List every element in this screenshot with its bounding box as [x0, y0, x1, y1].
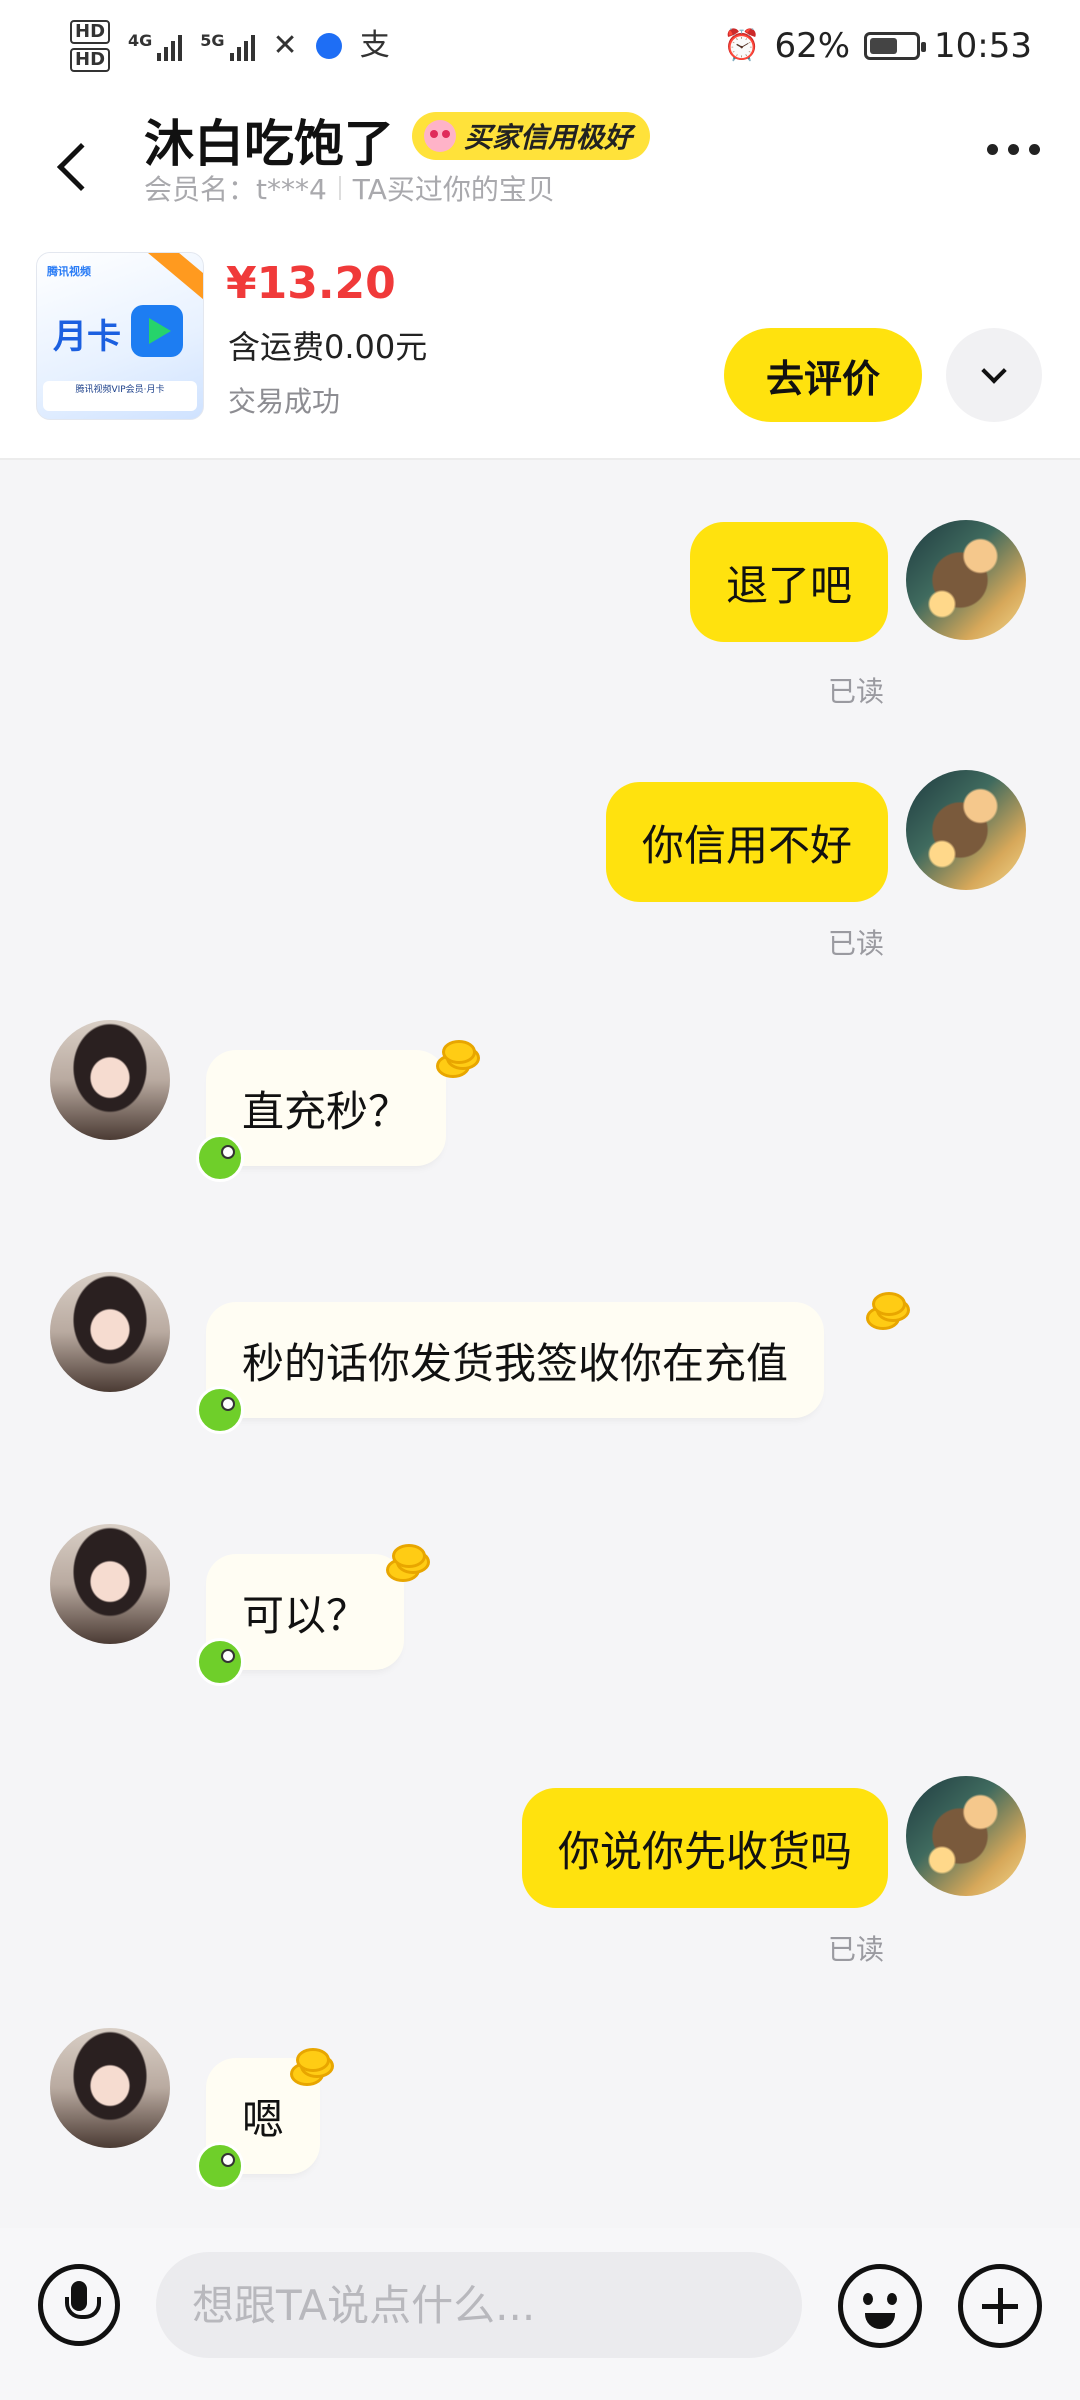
coin-icon: [290, 2048, 336, 2088]
voice-input-button[interactable]: [38, 2264, 120, 2346]
thumb-card-text: 月卡: [53, 317, 121, 357]
my-avatar[interactable]: [906, 520, 1026, 640]
fish-icon: [196, 1638, 244, 1686]
product-card[interactable]: 腾讯视频 月卡 腾讯视频VIP会员·月卡 ¥13.20 含运费0.00元 交易成…: [0, 242, 1080, 460]
fish-icon: [196, 1386, 244, 1434]
product-thumbnail[interactable]: 腾讯视频 月卡 腾讯视频VIP会员·月卡: [36, 252, 204, 420]
contact-avatar[interactable]: [50, 1272, 170, 1392]
input-bar: [0, 2228, 1080, 2400]
contact-avatar[interactable]: [50, 2028, 170, 2148]
play-icon: [131, 305, 183, 357]
read-receipt: 已读: [827, 927, 884, 960]
chat-header: 沐白吃饱了 买家信用极好 会员名：t***4 TA买过你的宝贝: [0, 92, 1080, 242]
more-options-button[interactable]: [987, 144, 1040, 155]
network-4g-label: 4G: [128, 31, 153, 50]
hd-indicator: HD HD: [70, 20, 111, 72]
hd2-label: HD: [70, 48, 111, 72]
status-bar: HD HD 4G 5G ✕ 支 ⏰ 62% 10:53: [0, 0, 1080, 92]
alarm-icon: ⏰: [723, 28, 761, 63]
missed-call-icon: ✕: [272, 28, 298, 63]
battery-percent: 62%: [774, 26, 851, 66]
thumb-caption: 腾讯视频VIP会员·月卡: [43, 381, 197, 411]
chevron-down-icon: [981, 358, 1007, 384]
message-input[interactable]: [156, 2252, 802, 2358]
my-avatar[interactable]: [906, 770, 1026, 890]
coin-icon: [436, 1040, 482, 1080]
back-button[interactable]: [44, 122, 106, 212]
hd1-label: HD: [70, 20, 111, 44]
contact-nickname: 沐白吃饱了: [144, 115, 394, 173]
message-bubble-out[interactable]: 退了吧: [689, 522, 888, 642]
bought-before: TA买过你的宝贝: [352, 173, 555, 206]
thumb-corner-ribbon: [147, 253, 203, 305]
divider: [338, 176, 341, 200]
alipay-icon: 支: [359, 28, 390, 63]
network-5g-label: 5G: [200, 31, 225, 50]
expand-button[interactable]: [946, 328, 1042, 422]
member-name: 会员名：t***4: [144, 173, 327, 206]
fish-icon: [196, 1134, 244, 1182]
product-price: ¥13.20: [226, 258, 396, 309]
credit-badge-label: 买家信用极好: [464, 121, 633, 154]
message-bubble-in[interactable]: 秒的话你发货我签收你在充值: [206, 1302, 825, 1418]
message-bubble-out[interactable]: 你信用不好: [605, 782, 888, 902]
browser-icon: [315, 33, 342, 59]
read-receipt: 已读: [827, 675, 884, 708]
my-avatar[interactable]: [906, 1776, 1026, 1896]
contact-avatar[interactable]: [50, 1020, 170, 1140]
battery-fill: [870, 38, 898, 54]
trade-status: 交易成功: [228, 385, 341, 418]
more-actions-button[interactable]: [958, 2264, 1042, 2348]
back-icon: [56, 142, 106, 192]
shipping-fee: 含运费0.00元: [228, 328, 428, 366]
signal-5g-icon: 5G: [200, 31, 255, 61]
clock: 10:53: [934, 26, 1032, 66]
message-bubble-out[interactable]: 你说你先收货吗: [521, 1788, 888, 1908]
contact-avatar[interactable]: [50, 1524, 170, 1644]
thumb-brand: 腾讯视频: [47, 265, 91, 278]
credit-face-icon: [424, 120, 456, 152]
battery-icon: [864, 32, 927, 60]
signal-4g-icon: 4G: [128, 31, 183, 61]
more-icon: [987, 144, 998, 155]
fish-icon: [196, 2142, 244, 2190]
emoji-button[interactable]: [838, 2264, 922, 2348]
coin-icon: [866, 1292, 912, 1332]
review-button[interactable]: 去评价: [724, 328, 922, 422]
status-left: HD HD 4G 5G ✕ 支: [70, 20, 390, 72]
status-right: ⏰ 62% 10:53: [723, 26, 1032, 66]
coin-icon: [386, 1544, 432, 1584]
credit-badge[interactable]: 买家信用极好: [412, 112, 651, 160]
member-info: 会员名：t***4 TA买过你的宝贝: [144, 168, 555, 208]
read-receipt: 已读: [827, 1933, 884, 1966]
